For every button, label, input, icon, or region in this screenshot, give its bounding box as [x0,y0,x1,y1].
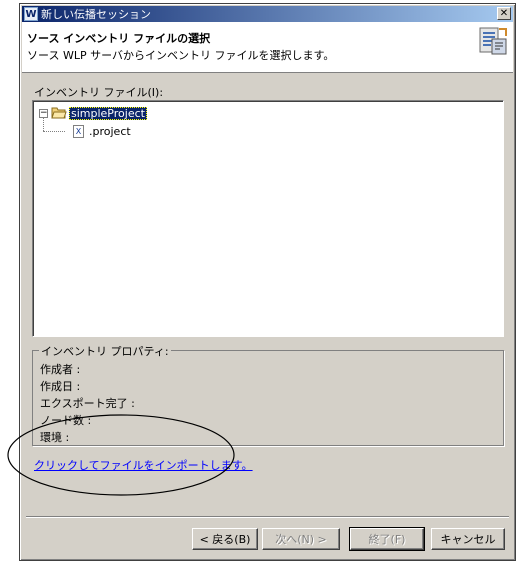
cancel-button[interactable]: キャンセル [431,528,505,550]
close-button[interactable]: ✕ [497,7,511,20]
tree-connector [43,131,65,132]
title-bar[interactable]: W 新しい伝播セッション ✕ [22,6,513,22]
properties-legend: インベントリ プロパティ: [39,343,171,359]
property-node-count: ノード数 : [40,414,92,427]
back-button[interactable]: < 戻る(B) [192,528,258,550]
wizard-window: W 新しい伝播セッション ✕ ソース インベントリ ファイルの選択 ソース WL… [19,3,516,561]
finish-button[interactable]: 終了(F) [349,527,425,551]
inventory-file-label: インベントリ ファイル(I): [34,86,164,99]
app-logo-icon: W [24,7,38,21]
window-title: 新しい伝播セッション [41,8,151,21]
import-file-link[interactable]: クリックしてファイルをインポートします。 [34,457,253,473]
open-folder-icon [51,107,67,119]
property-environment: 環境 : [40,431,70,444]
inventory-properties-group: インベントリ プロパティ: 作成者 : 作成日 : エクスポート完了 : ノード… [32,343,504,446]
page-title: ソース インベントリ ファイルの選択 [27,32,211,45]
xml-file-icon: X [73,124,84,138]
tree-item-label: .project [89,124,131,138]
property-export-complete: エクスポート完了 : [40,397,135,410]
wizard-inventory-icon [479,27,507,55]
tree-item-project-file[interactable]: X .project [73,123,131,139]
next-button[interactable]: 次へ(N) > [262,528,340,550]
collapse-icon[interactable]: − [39,108,48,118]
property-created-date: 作成日 : [40,380,81,393]
tree-item-simpleproject[interactable]: − simpleProject [39,105,147,121]
page-description: ソース WLP サーバからインベントリ ファイルを選択します。 [27,49,335,62]
inventory-tree[interactable]: − simpleProject X .project [32,100,504,337]
property-author: 作成者 : [40,363,81,376]
tree-item-label: simpleProject [69,106,147,120]
button-separator [26,516,509,518]
wizard-banner: ソース インベントリ ファイルの選択 ソース WLP サーバからインベントリ フ… [22,22,513,73]
